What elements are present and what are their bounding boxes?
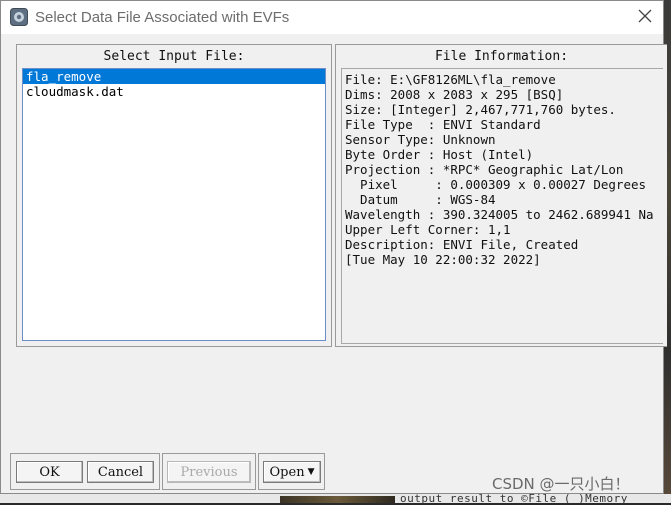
- title-bar[interactable]: Select Data File Associated with EVFs: [1, 1, 663, 34]
- list-item[interactable]: cloudmask.dat: [23, 84, 325, 99]
- info-sensor-type: Sensor Type: Unknown: [345, 132, 496, 147]
- info-projection: Projection : *RPC* Geographic Lat/Lon: [345, 162, 624, 177]
- desktop-background-image: [280, 496, 395, 503]
- info-file: File: E:\GF8126ML\fla_remove: [345, 72, 556, 87]
- previous-button[interactable]: Previous: [167, 461, 251, 483]
- info-created-date: [Tue May 10 22:00:32 2022]: [345, 252, 541, 267]
- envi-app-icon: [10, 8, 28, 26]
- open-group: Open ▼: [258, 453, 325, 490]
- info-upper-left-corner: Upper Left Corner: 1,1: [345, 222, 511, 237]
- close-icon: [638, 8, 652, 27]
- info-datum: Datum : WGS-84: [345, 192, 496, 207]
- info-dims: Dims: 2008 x 2083 x 295 [BSQ]: [345, 87, 564, 102]
- ok-button[interactable]: OK: [16, 461, 83, 483]
- file-information-title: File Information:: [434, 49, 569, 64]
- window-title: Select Data File Associated with EVFs: [35, 9, 290, 26]
- open-dropdown-button[interactable]: Open ▼: [263, 461, 321, 483]
- info-size: Size: [Integer] 2,467,771,760 bytes.: [345, 102, 616, 117]
- input-file-list[interactable]: fla_remove cloudmask.dat: [22, 68, 326, 341]
- file-information-panel: File Information: File: E:\GF8126ML\fla_…: [335, 44, 667, 347]
- dropdown-arrow-icon: ▼: [307, 467, 315, 477]
- open-label: Open: [269, 464, 305, 480]
- info-byte-order: Byte Order : Host (Intel): [345, 147, 534, 162]
- close-button[interactable]: [627, 1, 663, 34]
- info-file-type: File Type : ENVI Standard: [345, 117, 541, 132]
- ok-cancel-group: OK Cancel: [10, 453, 160, 490]
- select-input-file-title: Select Input File:: [103, 49, 245, 64]
- file-information-text: File: E:\GF8126ML\fla_remove Dims: 2008 …: [341, 68, 663, 344]
- cancel-button[interactable]: Cancel: [87, 461, 154, 483]
- watermark: CSDN @一只小白！: [492, 475, 630, 493]
- dialog-window: Select Data File Associated with EVFs Se…: [0, 0, 667, 494]
- info-pixel: Pixel : 0.000309 x 0.00027 Degrees: [345, 177, 647, 192]
- previous-group: Previous: [162, 453, 256, 490]
- select-input-file-panel: Select Input File: fla_remove cloudmask.…: [16, 44, 332, 347]
- list-item[interactable]: fla_remove: [23, 69, 325, 84]
- info-description: Description: ENVI File, Created: [345, 237, 579, 252]
- info-wavelength: Wavelength : 390.324005 to 2462.689941 N…: [345, 207, 654, 222]
